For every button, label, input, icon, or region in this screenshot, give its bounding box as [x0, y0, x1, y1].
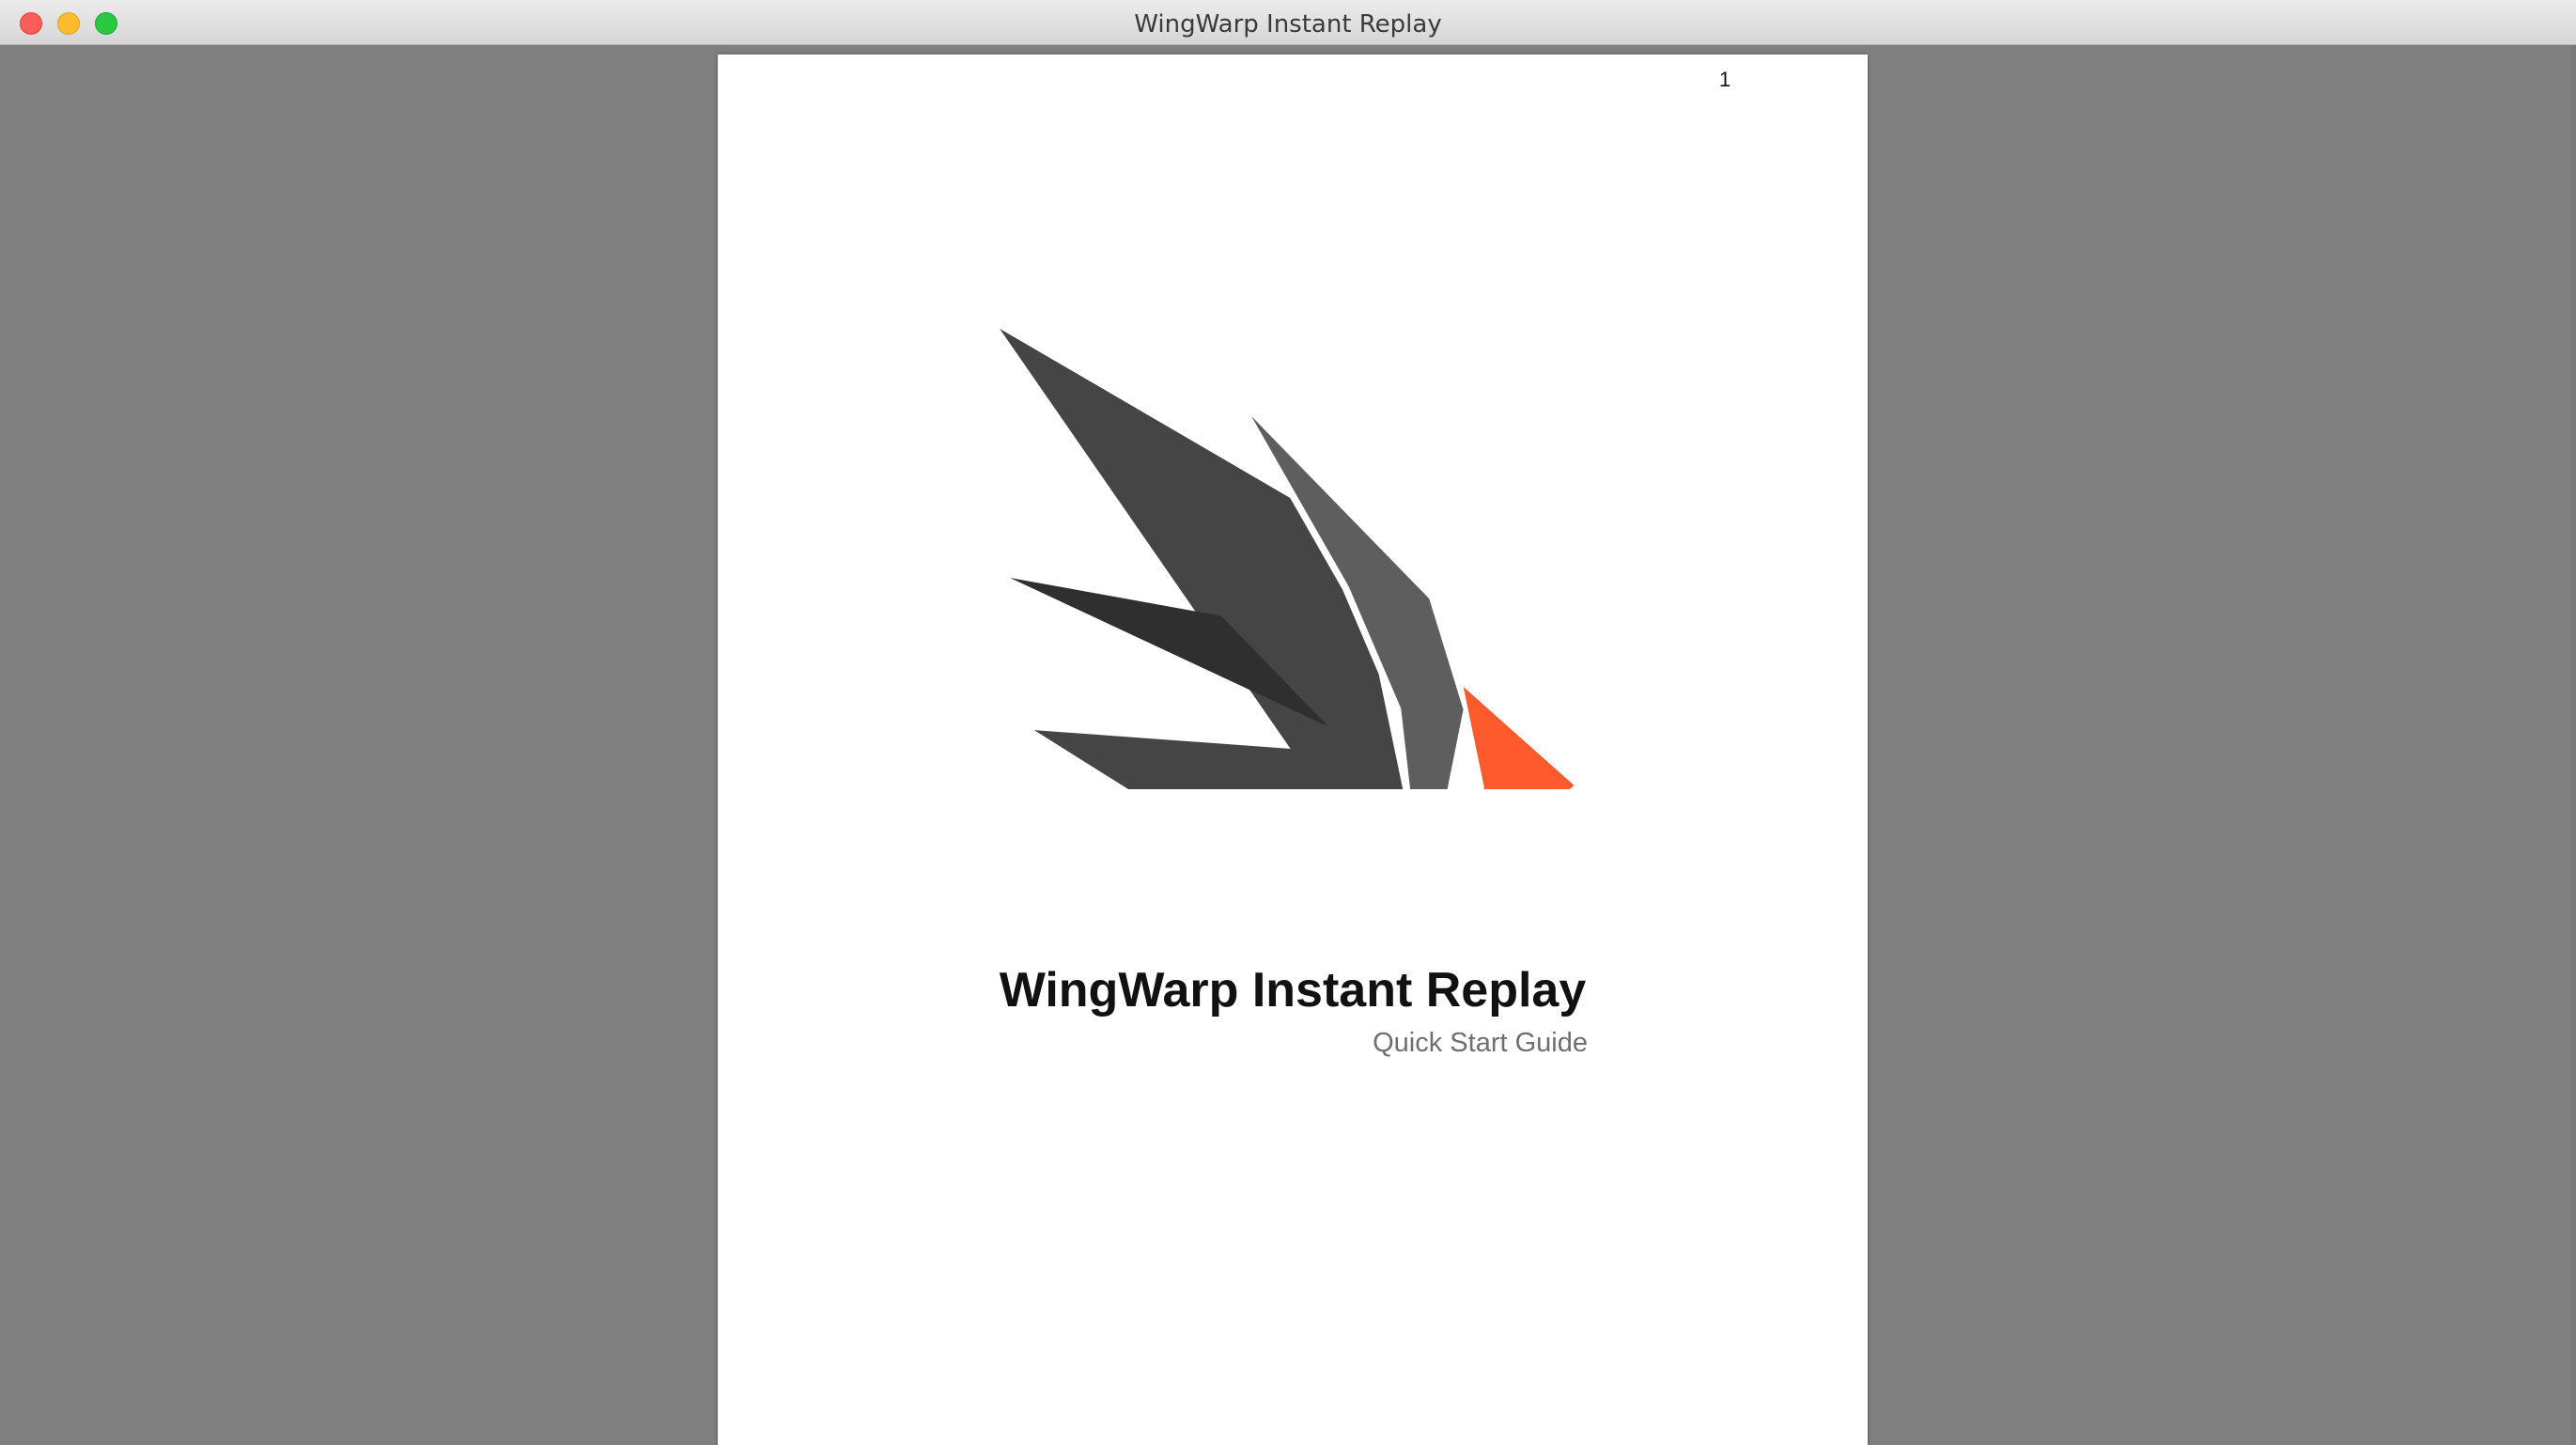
- scrollbar-edge[interactable]: [2570, 45, 2576, 1445]
- document-viewport[interactable]: 1 WingWarp Instant Replay Quick Start Gu…: [4, 45, 2572, 1445]
- document-subtitle: Quick Start Guide: [1373, 1028, 1588, 1058]
- document-title: WingWarp Instant Replay: [999, 963, 1587, 1018]
- page-number: 1: [1719, 68, 1731, 91]
- wing-logo-icon: [1000, 328, 1575, 789]
- logo-accent: [1463, 687, 1575, 789]
- app-window: WingWarp Instant Replay 1 WingWarp Insta…: [0, 0, 2576, 1445]
- window-titlebar[interactable]: WingWarp Instant Replay: [0, 0, 2576, 45]
- window-title: WingWarp Instant Replay: [1134, 10, 1442, 39]
- document-page: 1 WingWarp Instant Replay Quick Start Gu…: [718, 54, 1868, 1445]
